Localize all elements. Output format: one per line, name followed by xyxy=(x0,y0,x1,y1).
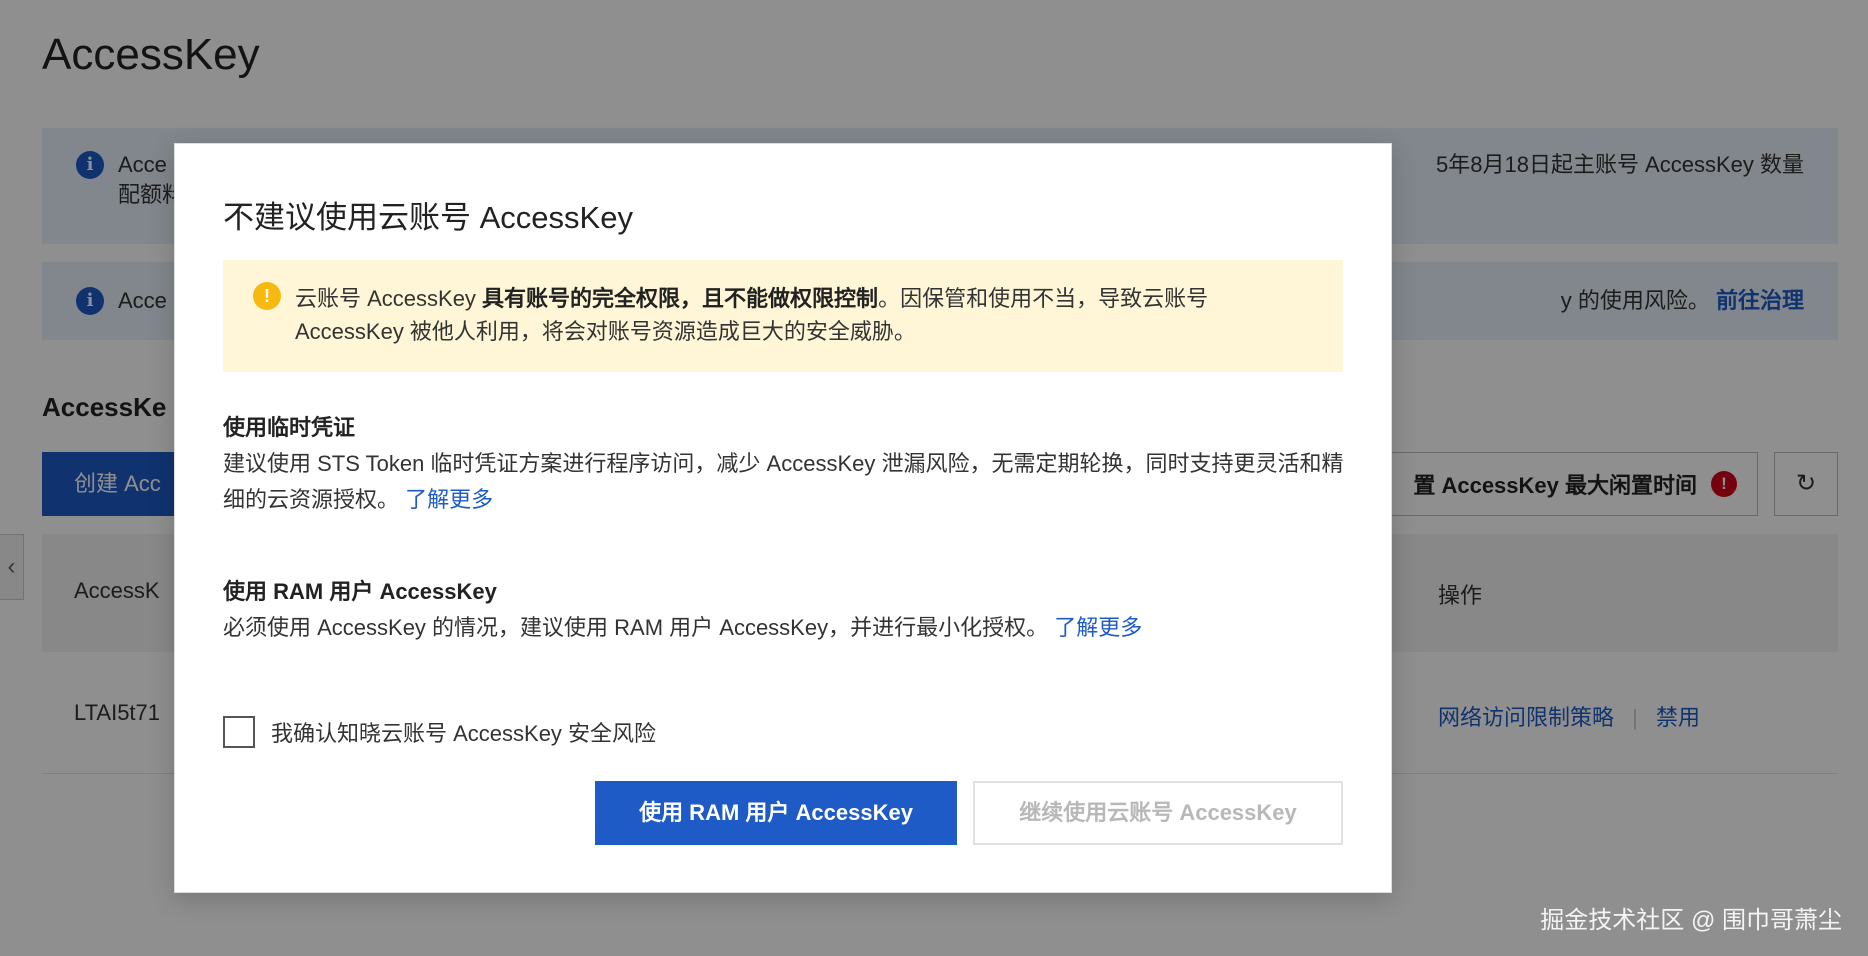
continue-root-accesskey-button: 继续使用云账号 AccessKey xyxy=(973,781,1343,845)
learn-more-link-sts[interactable]: 了解更多 xyxy=(405,487,493,512)
warning-text: 云账号 AccessKey 具有账号的完全权限，且不能做权限控制。因保管和使用不… xyxy=(295,286,1209,344)
watermark: 掘金技术社区 @ 围巾哥萧尘 xyxy=(1540,907,1842,934)
use-ram-user-button[interactable]: 使用 RAM 用户 AccessKey xyxy=(595,781,957,845)
ram-user-description: 必须使用 AccessKey 的情况，建议使用 RAM 用户 AccessKey… xyxy=(223,615,1143,640)
temp-credential-title: 使用临时凭证 xyxy=(223,415,356,440)
risk-confirm-label: 我确认知晓云账号 AccessKey 安全风险 xyxy=(271,721,657,746)
security-warning-box: ! 云账号 AccessKey 具有账号的完全权限，且不能做权限控制。因保管和使… xyxy=(223,260,1343,372)
ram-user-title: 使用 RAM 用户 AccessKey xyxy=(223,579,497,604)
risk-confirm-checkbox[interactable] xyxy=(223,716,255,748)
dialog-title: 不建议使用云账号 AccessKey xyxy=(223,200,633,235)
page: AccessKey i Acce 配额料 5年8月18日起主账号 AccessK… xyxy=(0,0,1868,956)
learn-more-link-ram[interactable]: 了解更多 xyxy=(1054,615,1142,640)
temp-credential-description: 建议使用 STS Token 临时凭证方案进行程序访问，减少 AccessKey… xyxy=(223,451,1344,512)
warning-icon: ! xyxy=(253,282,281,310)
accesskey-warning-dialog: 不建议使用云账号 AccessKey ! 云账号 AccessKey 具有账号的… xyxy=(174,143,1392,893)
risk-confirm-checkbox-row[interactable]: 我确认知晓云账号 AccessKey 安全风险 xyxy=(223,716,656,748)
